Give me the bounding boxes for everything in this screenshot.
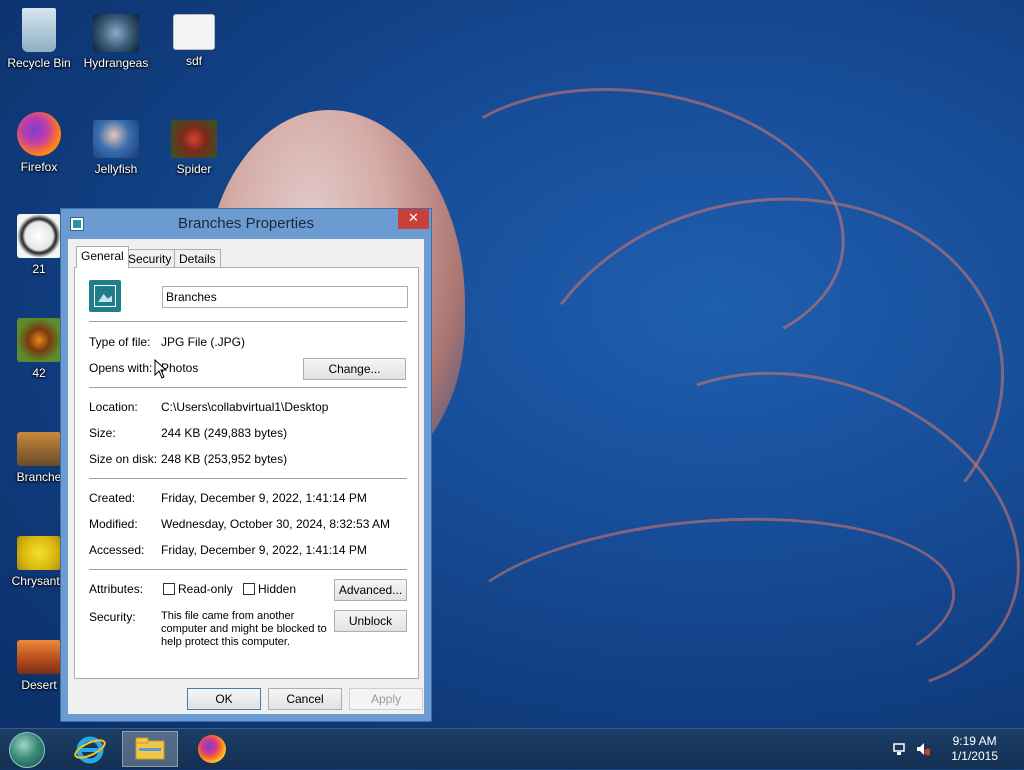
properties-dialog: Branches Properties ✕ General Security D…	[60, 208, 432, 722]
created-value: Friday, December 9, 2022, 1:41:14 PM	[161, 491, 367, 505]
volume-muted-icon[interactable]	[916, 742, 930, 756]
firefox-icon	[17, 112, 61, 156]
image-thumbnail-icon	[171, 120, 217, 158]
hidden-label[interactable]: Hidden	[258, 582, 296, 596]
desktop-icon-label: sdf	[185, 54, 202, 68]
clock-date: 1/1/2015	[951, 749, 998, 763]
change-button[interactable]: Change...	[303, 358, 406, 380]
soccer-ball-icon	[17, 214, 61, 258]
desktop-icon-firefox[interactable]: Firefox	[0, 112, 78, 174]
desktop-icon-label: Recycle Bin	[7, 56, 71, 70]
recycle-bin-icon	[22, 8, 56, 52]
security-message: This file came from another computer and…	[161, 610, 327, 648]
tab-general[interactable]: General	[76, 246, 129, 268]
image-thumbnail-icon	[93, 120, 139, 158]
image-thumbnail-icon	[17, 640, 61, 674]
divider	[89, 569, 407, 570]
taskbar-item-internet-explorer[interactable]	[62, 731, 118, 767]
dialog-client: General Security Details Branches Type o…	[68, 239, 424, 714]
attributes-label: Attributes:	[89, 582, 144, 596]
type-of-file-label: Type of file:	[89, 335, 151, 349]
unblock-button[interactable]: Unblock	[334, 610, 407, 632]
image-thumbnail-icon	[17, 432, 61, 466]
desktop-icon-label: Hydrangeas	[83, 56, 149, 70]
folder-icon	[135, 737, 165, 760]
hidden-checkbox[interactable]	[243, 583, 255, 595]
jpg-file-icon	[89, 280, 121, 312]
tab-details[interactable]: Details	[174, 249, 221, 268]
dialog-title: Branches Properties	[178, 215, 314, 232]
created-label: Created:	[89, 491, 136, 505]
modified-value: Wednesday, October 30, 2024, 8:32:53 AM	[161, 517, 391, 531]
location-value: C:\Users\collabvirtual1\Desktop	[161, 400, 329, 414]
start-button[interactable]	[9, 732, 45, 768]
taskbar-item-firefox[interactable]	[184, 731, 240, 767]
readonly-checkbox[interactable]	[163, 583, 175, 595]
gear-file-icon	[173, 14, 215, 50]
tab-security[interactable]: Security	[123, 249, 177, 268]
image-thumbnail-icon	[93, 14, 139, 52]
taskbar-item-file-explorer[interactable]	[122, 731, 178, 767]
close-button[interactable]: ✕	[398, 209, 429, 229]
clock-time: 9:19 AM	[952, 734, 997, 748]
size-on-disk-value: 248 KB (253,952 bytes)	[161, 452, 288, 466]
security-label: Security:	[89, 610, 136, 624]
mouse-cursor-icon	[154, 359, 168, 379]
ok-button[interactable]: OK	[187, 688, 261, 710]
image-thumbnail-icon	[17, 536, 61, 570]
location-label: Location:	[89, 400, 138, 414]
divider	[89, 321, 407, 322]
desktop-icon-label: Spider	[176, 162, 212, 176]
apply-button[interactable]: Apply	[349, 688, 423, 710]
readonly-label[interactable]: Read-only	[178, 582, 233, 596]
size-label: Size:	[89, 426, 116, 440]
advanced-button[interactable]: Advanced...	[334, 579, 407, 601]
type-of-file-value: JPG File (.JPG)	[161, 335, 246, 349]
file-name-input[interactable]: Branches	[162, 286, 408, 308]
taskbar: 9:19 AM 1/1/2015	[0, 728, 1024, 769]
desktop-icon-label: Firefox	[20, 160, 58, 174]
image-thumbnail-icon	[17, 318, 61, 362]
general-panel: Branches Type of file: JPG File (.JPG) O…	[74, 267, 419, 679]
desktop-icon-hydrangeas[interactable]: Hydrangeas	[77, 14, 155, 70]
firefox-icon	[198, 735, 226, 763]
accessed-label: Accessed:	[89, 543, 145, 557]
desktop-icon-recycle-bin[interactable]: Recycle Bin	[0, 8, 78, 70]
network-icon[interactable]	[892, 742, 906, 756]
cancel-button[interactable]: Cancel	[268, 688, 342, 710]
desktop-icon-label: Jellyfish	[94, 162, 138, 176]
opens-with-label: Opens with:	[89, 361, 153, 375]
internet-explorer-icon	[74, 736, 106, 764]
desktop-icon-spider[interactable]: Spider	[155, 120, 233, 176]
modified-label: Modified:	[89, 517, 138, 531]
desktop-icon-sdf[interactable]: sdf	[155, 14, 233, 68]
divider	[89, 478, 407, 479]
close-icon: ✕	[408, 211, 419, 226]
system-clock[interactable]: 9:19 AM 1/1/2015	[951, 734, 998, 764]
divider	[89, 387, 407, 388]
size-on-disk-label: Size on disk:	[89, 452, 158, 466]
desktop-icon-jellyfish[interactable]: Jellyfish	[77, 120, 155, 176]
accessed-value: Friday, December 9, 2022, 1:41:14 PM	[161, 543, 367, 557]
size-value: 244 KB (249,883 bytes)	[161, 426, 288, 440]
dialog-titlebar[interactable]: Branches Properties ✕	[61, 209, 431, 239]
